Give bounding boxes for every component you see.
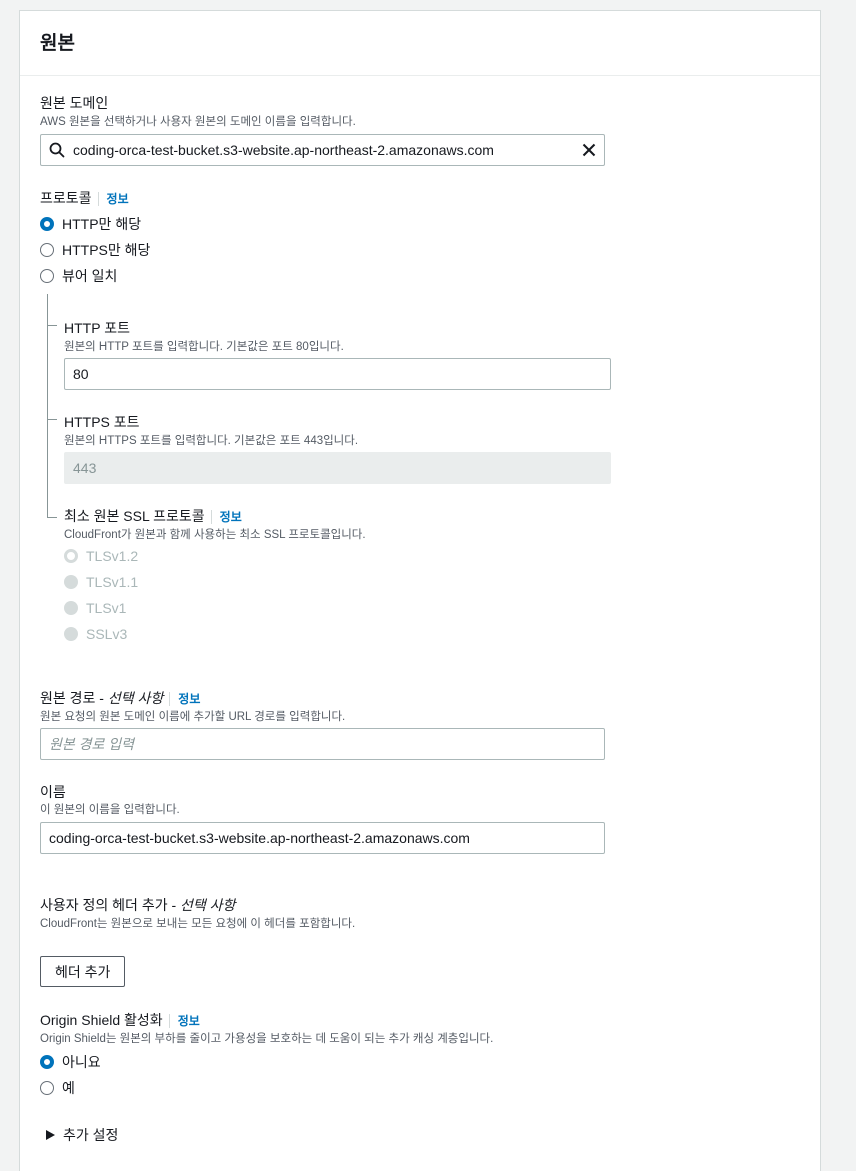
- tree-branch: [47, 419, 57, 420]
- radio-label: TLSv1: [86, 600, 127, 616]
- origin-shield-label-row: Origin Shield 활성화 정보: [40, 1010, 200, 1030]
- origin-shield-info-link[interactable]: 정보: [168, 1014, 200, 1028]
- radio-button[interactable]: [64, 601, 78, 615]
- protocol-label: 프로토콜: [40, 190, 92, 206]
- origin-shield-label: Origin Shield 활성화: [40, 1012, 163, 1028]
- radio-button-selected[interactable]: [64, 549, 78, 563]
- radio-button[interactable]: [40, 243, 54, 257]
- radio-button[interactable]: [40, 269, 54, 283]
- origin-panel: 원본 원본 도메인 AWS 원본을 선택하거나 사용자 원본의 도메인 이름을 …: [19, 10, 821, 1171]
- name-label: 이름: [40, 784, 66, 800]
- origin-domain-description: AWS 원본을 선택하거나 사용자 원본의 도메인 이름을 입력합니다.: [40, 116, 356, 128]
- ssl-protocol-info-link[interactable]: 정보: [210, 510, 242, 524]
- ssl-protocol-label-row: 최소 원본 SSL 프로토콜 정보: [64, 506, 242, 526]
- radio-match-viewer[interactable]: 뷰어 일치: [40, 266, 117, 286]
- radio-button[interactable]: [40, 1081, 54, 1095]
- tree-branch: [47, 325, 57, 326]
- https-port-label: HTTPS 포트: [64, 414, 140, 430]
- close-icon[interactable]: [582, 143, 596, 157]
- radio-sslv3[interactable]: SSLv3: [64, 626, 127, 642]
- radio-label: HTTPS만 해당: [62, 242, 151, 258]
- radio-tlsv12[interactable]: TLSv1.2: [64, 548, 138, 564]
- radio-button-selected[interactable]: [40, 217, 54, 231]
- radio-label: TLSv1.2: [86, 548, 139, 564]
- radio-https-only[interactable]: HTTPS만 해당: [40, 240, 150, 260]
- origin-path-info-link[interactable]: 정보: [169, 692, 201, 706]
- caret-right-icon: [46, 1130, 55, 1140]
- custom-headers-description: CloudFront는 원본으로 보내는 모든 요청에 이 헤더를 포함합니다.: [40, 918, 356, 930]
- radio-label: SSLv3: [86, 626, 128, 642]
- panel-title: 원본: [40, 33, 75, 54]
- https-port-description: 원본의 HTTPS 포트를 입력합니다. 기본값은 포트 443입니다.: [64, 435, 359, 447]
- protocol-info-link[interactable]: 정보: [97, 192, 129, 206]
- origin-domain-label: 원본 도메인: [40, 95, 109, 111]
- origin-path-input[interactable]: 원본 경로 입력: [40, 728, 605, 760]
- tree-connector-line: [47, 294, 48, 518]
- origin-path-description: 원본 요청의 원본 도메인 이름에 추가할 URL 경로를 입력합니다.: [40, 711, 346, 723]
- radio-label: HTTP만 해당: [62, 216, 142, 232]
- ssl-protocol-label: 최소 원본 SSL 프로토콜: [64, 508, 205, 524]
- optional-label: 선택 사항: [107, 690, 164, 706]
- radio-label: 아니요: [62, 1054, 101, 1070]
- origin-domain-input[interactable]: coding-orca-test-bucket.s3-website.ap-no…: [40, 134, 605, 166]
- tree-branch: [47, 517, 57, 518]
- radio-label: 뷰어 일치: [62, 268, 118, 284]
- radio-button-selected[interactable]: [40, 1055, 54, 1069]
- origin-shield-description: Origin Shield는 원본의 부하를 줄이고 가용성을 보호하는 데 도…: [40, 1033, 494, 1045]
- name-input[interactable]: coding-orca-test-bucket.s3-website.ap-no…: [40, 822, 605, 854]
- radio-shield-no[interactable]: 아니요: [40, 1052, 101, 1072]
- origin-path-label-row: 원본 경로 - 선택 사항 정보: [40, 688, 201, 708]
- add-header-button[interactable]: 헤더 추가: [40, 956, 126, 987]
- additional-settings-label: 추가 설정: [63, 1127, 119, 1143]
- ssl-protocol-description: CloudFront가 원본과 함께 사용하는 최소 SSL 프로토콜입니다.: [64, 529, 366, 541]
- panel-header: 원본: [20, 11, 820, 76]
- optional-label: 선택 사항: [180, 897, 236, 913]
- origin-path-label: 원본 경로 -: [40, 690, 108, 706]
- radio-button[interactable]: [64, 627, 78, 641]
- http-port-description: 원본의 HTTP 포트를 입력합니다. 기본값은 포트 80입니다.: [64, 341, 344, 353]
- custom-headers-label-row: 사용자 정의 헤더 추가 - 선택 사항: [40, 895, 235, 915]
- search-icon: [49, 142, 65, 158]
- radio-http-only[interactable]: HTTP만 해당: [40, 214, 141, 234]
- name-description: 이 원본의 이름을 입력합니다.: [40, 804, 180, 816]
- radio-label: 예: [62, 1080, 75, 1096]
- radio-button[interactable]: [64, 575, 78, 589]
- custom-headers-label: 사용자 정의 헤더 추가 -: [40, 897, 181, 913]
- radio-tlsv11[interactable]: TLSv1.1: [64, 574, 138, 590]
- protocol-label-row: 프로토콜 정보: [40, 188, 129, 208]
- additional-settings-toggle[interactable]: 추가 설정: [46, 1125, 118, 1145]
- http-port-label: HTTP 포트: [64, 320, 130, 336]
- http-port-input[interactable]: 80: [64, 358, 611, 390]
- radio-label: TLSv1.1: [86, 574, 139, 590]
- https-port-input[interactable]: 443: [64, 452, 611, 484]
- radio-tlsv1[interactable]: TLSv1: [64, 600, 126, 616]
- radio-shield-yes[interactable]: 예: [40, 1078, 75, 1098]
- origin-domain-value: coding-orca-test-bucket.s3-website.ap-no…: [73, 142, 494, 158]
